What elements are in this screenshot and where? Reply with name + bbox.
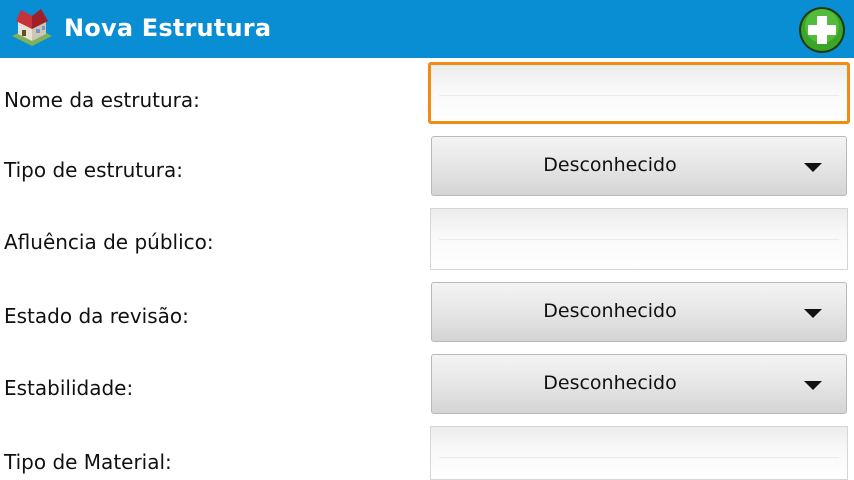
revisao-label: Estado da revisão: [4,304,189,328]
dropdown-arrow-icon [804,163,822,172]
revisao-spinner[interactable]: Desconhecido [431,282,847,342]
estabilidade-spinner[interactable]: Desconhecido [431,354,847,414]
tipo-spinner[interactable]: Desconhecido [431,136,847,196]
afluencia-row: Afluência de público: [0,208,854,270]
dropdown-arrow-icon [804,309,822,318]
revisao-row: Estado da revisão: Desconhecido [0,282,854,344]
afluencia-label: Afluência de público: [4,230,214,254]
tipo-value: Desconhecido [543,154,677,176]
material-label: Tipo de Material: [4,450,172,474]
tipo-row: Tipo de estrutura: Desconhecido [0,136,854,198]
nome-input[interactable] [428,62,850,124]
estabilidade-value: Desconhecido [543,372,677,394]
afluencia-input[interactable] [430,208,848,270]
action-bar: Nova Estrutura [0,0,854,58]
estabilidade-label: Estabilidade: [4,376,134,400]
add-button[interactable] [798,6,846,54]
estabilidade-row: Estabilidade: Desconhecido [0,354,854,416]
material-input[interactable] [430,426,848,480]
tipo-label: Tipo de estrutura: [4,158,184,182]
page-title: Nova Estrutura [64,14,272,42]
dropdown-arrow-icon [804,381,822,390]
nome-row: Nome da estrutura: [0,62,854,126]
house-icon[interactable] [8,6,56,52]
revisao-value: Desconhecido [543,300,677,322]
nome-label: Nome da estrutura: [4,88,200,112]
material-row: Tipo de Material: [0,426,854,480]
